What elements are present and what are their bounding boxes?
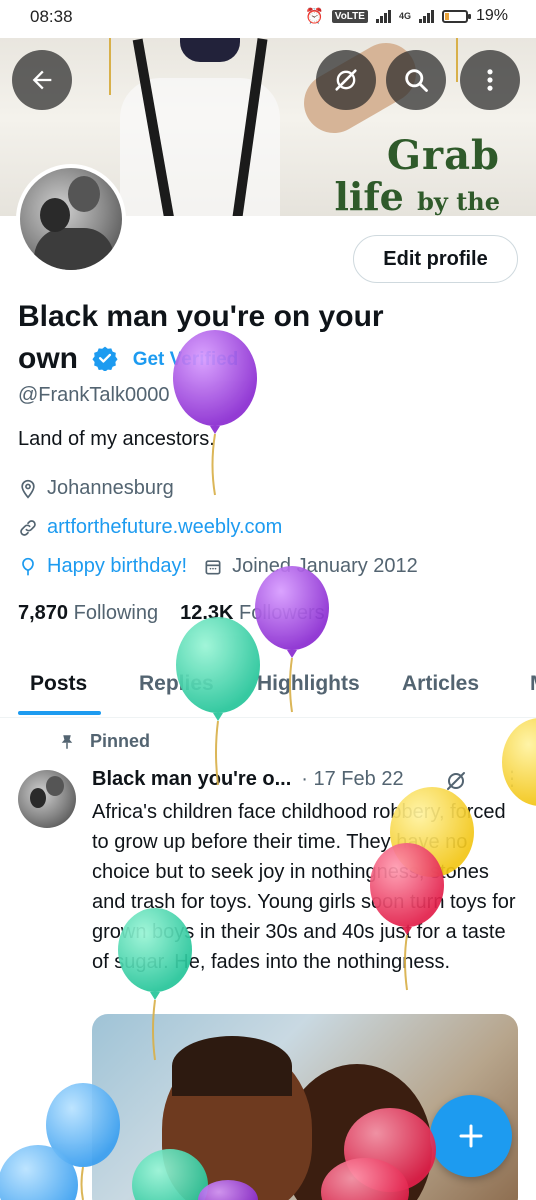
banner-text-line1: Grab	[386, 132, 500, 179]
network-type: 4G	[398, 11, 411, 21]
tab-highlights[interactable]: Highlights	[257, 672, 360, 696]
profile-name-line1: Black man you're on your	[18, 300, 384, 333]
signal-icon	[375, 9, 391, 23]
banner-text-bythe: by the	[417, 187, 500, 216]
following-count: 7,870	[18, 602, 69, 624]
location-text: Johannesburg	[47, 477, 174, 499]
joined-text: Joined January 2012	[232, 555, 418, 577]
profile-name-line2: own	[18, 342, 78, 375]
follow-counts: 7,870 Following 12.3K Followers	[18, 602, 325, 625]
banner-text: Grab life by the	[334, 136, 500, 216]
plus-icon	[459, 1124, 483, 1148]
tab-posts[interactable]: Posts	[30, 672, 87, 696]
post-author-name[interactable]: Black man you're o...	[92, 768, 291, 791]
banner-bowtie	[180, 38, 240, 62]
profile-handle: @FrankTalk0000	[18, 384, 170, 406]
grok-icon[interactable]	[444, 769, 468, 793]
edit-profile-button[interactable]: Edit profile	[353, 235, 518, 283]
followers-link[interactable]: 12.3K Followers	[180, 602, 325, 625]
tab-media[interactable]: M	[530, 672, 536, 696]
pinned-text: Pinned	[90, 731, 151, 751]
profile-tabs: Posts Replies Highlights Articles M	[0, 664, 536, 718]
battery-icon	[441, 9, 471, 23]
status-bar: 08:38 ⏰ VoLTE 4G 19%	[0, 0, 536, 38]
avatar-figure	[68, 176, 100, 212]
compose-post-button[interactable]	[430, 1095, 512, 1177]
post-text: Africa's children face childhood robbery…	[92, 801, 516, 973]
arrow-left-icon	[32, 70, 52, 90]
pinned-label: Pinned	[58, 731, 150, 752]
profile-name: Black man you're on your own Get Verifie…	[18, 296, 448, 381]
volte-badge: VoLTE	[331, 9, 368, 23]
avatar-figure	[40, 198, 70, 232]
alarm-icon: ⏰	[305, 8, 324, 25]
battery-percent: 19%	[475, 7, 508, 24]
balloon-icon	[22, 557, 34, 575]
website-link[interactable]: artforthefuture.weebly.com	[47, 516, 282, 539]
tab-active-indicator	[18, 711, 101, 715]
balloon-blue	[0, 1145, 78, 1200]
get-verified-link[interactable]: Get Verified	[133, 349, 239, 370]
more-vertical-icon	[487, 69, 493, 91]
banner-text-line2: life by the	[334, 178, 500, 216]
grok-icon	[335, 69, 357, 91]
post-more-icon[interactable]: ⋮	[502, 766, 522, 791]
profile-birthday-joined: Happy birthday! Joined January 2012	[18, 555, 418, 578]
profile-bio: Land of my ancestors.	[18, 428, 215, 450]
post-image-figure	[172, 1036, 292, 1096]
tab-articles[interactable]: Articles	[402, 672, 479, 696]
profile-website[interactable]: artforthefuture.weebly.com	[18, 516, 282, 539]
followers-count: 12.3K	[180, 602, 234, 624]
calendar-icon	[205, 559, 221, 574]
balloon-yellow	[502, 718, 536, 806]
signal-icon-2	[418, 9, 434, 23]
tab-replies[interactable]: Replies	[139, 672, 214, 696]
profile-avatar[interactable]	[16, 164, 126, 274]
followers-label: Followers	[239, 602, 325, 624]
pin-icon	[61, 734, 73, 749]
avatar-figure	[46, 776, 64, 796]
profile-location: Johannesburg	[18, 477, 174, 500]
avatar-figure	[34, 228, 114, 270]
banner-text-life: life	[334, 174, 404, 216]
back-button[interactable]	[12, 50, 72, 110]
status-icons: ⏰ VoLTE 4G 19%	[305, 7, 508, 25]
status-time: 08:38	[30, 7, 73, 26]
birthday-text[interactable]: Happy birthday!	[47, 555, 187, 578]
search-button[interactable]	[386, 50, 446, 110]
search-icon	[405, 69, 428, 92]
verified-badge-icon[interactable]	[92, 345, 118, 371]
post-author-avatar[interactable]	[18, 770, 76, 828]
grok-button[interactable]	[316, 50, 376, 110]
link-icon	[20, 519, 36, 536]
avatar-figure	[30, 788, 46, 808]
location-pin-icon	[21, 479, 35, 499]
post-date[interactable]: · 17 Feb 22	[301, 768, 403, 791]
post-header: Black man you're o... · 17 Feb 22 ⋮	[92, 768, 522, 793]
more-options-button[interactable]	[460, 50, 520, 110]
following-label: Following	[73, 602, 159, 624]
following-link[interactable]: 7,870 Following	[18, 602, 158, 625]
